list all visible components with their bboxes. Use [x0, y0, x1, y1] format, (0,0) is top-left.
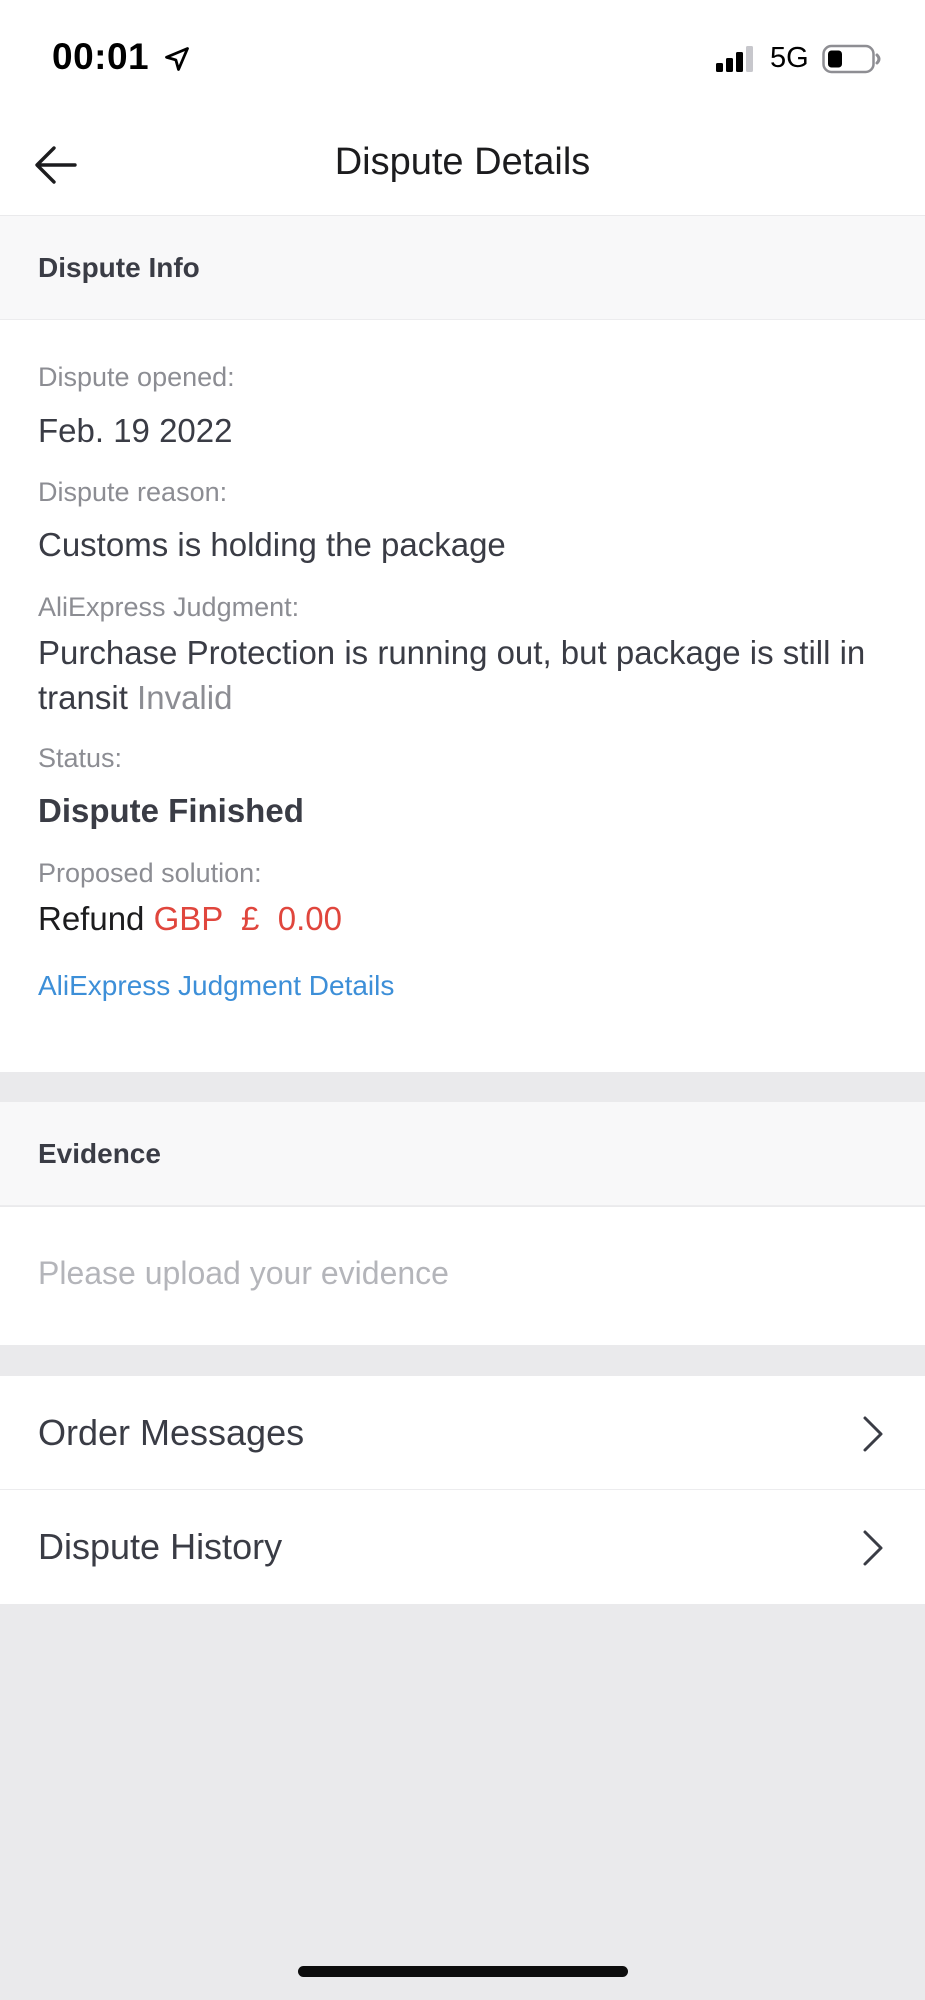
status-bar: 00:01 5G: [0, 0, 925, 115]
refund-amount: GBP £ 0.00: [153, 900, 342, 937]
evidence-header: Evidence: [0, 1102, 925, 1206]
judgment-label: AliExpress Judgment:: [38, 592, 300, 622]
section-title: Evidence: [38, 1138, 161, 1169]
judgment-details-link[interactable]: AliExpress Judgment Details: [38, 970, 394, 1002]
dispute-reason-value: Customs is holding the package: [38, 526, 506, 563]
battery-icon: [822, 44, 881, 74]
judgment-result: Invalid: [137, 679, 233, 716]
order-messages-row[interactable]: Order Messages: [0, 1376, 925, 1490]
upload-evidence-prompt[interactable]: Please upload your evidence: [38, 1255, 449, 1292]
nav-bar: Dispute Details: [0, 115, 925, 215]
chevron-right-icon: [863, 1416, 883, 1452]
home-indicator[interactable]: [298, 1966, 628, 1977]
page-title: Dispute Details: [334, 141, 591, 183]
dispute-opened-value: Feb. 19 2022: [38, 412, 233, 449]
judgment-value: Purchase Protection is running out, but …: [38, 630, 888, 720]
section-title: Dispute Info: [38, 252, 200, 283]
status-label: Status:: [38, 743, 123, 773]
dispute-info-body: Dispute opened: Feb. 19 2022 Dispute rea…: [0, 320, 925, 1072]
cellular-signal-icon: [716, 46, 753, 72]
network-type: 5G: [770, 42, 809, 74]
dispute-status-value: Dispute Finished: [38, 792, 304, 829]
dispute-opened-label: Dispute opened:: [38, 362, 235, 392]
chevron-right-icon: [863, 1530, 883, 1566]
refund-label: Refund: [38, 900, 145, 937]
dispute-info-header: Dispute Info: [0, 216, 925, 320]
proposed-solution-value: Refund GBP £ 0.00: [38, 900, 342, 938]
location-arrow-icon: [165, 47, 189, 71]
row-label: Order Messages: [38, 1412, 305, 1453]
proposed-solution-label: Proposed solution:: [38, 858, 262, 888]
dispute-history-row[interactable]: Dispute History: [0, 1490, 925, 1604]
evidence-body: Please upload your evidence: [0, 1207, 925, 1345]
status-time: 00:01: [52, 36, 150, 77]
row-label: Dispute History: [38, 1526, 283, 1567]
dispute-reason-label: Dispute reason:: [38, 477, 228, 507]
